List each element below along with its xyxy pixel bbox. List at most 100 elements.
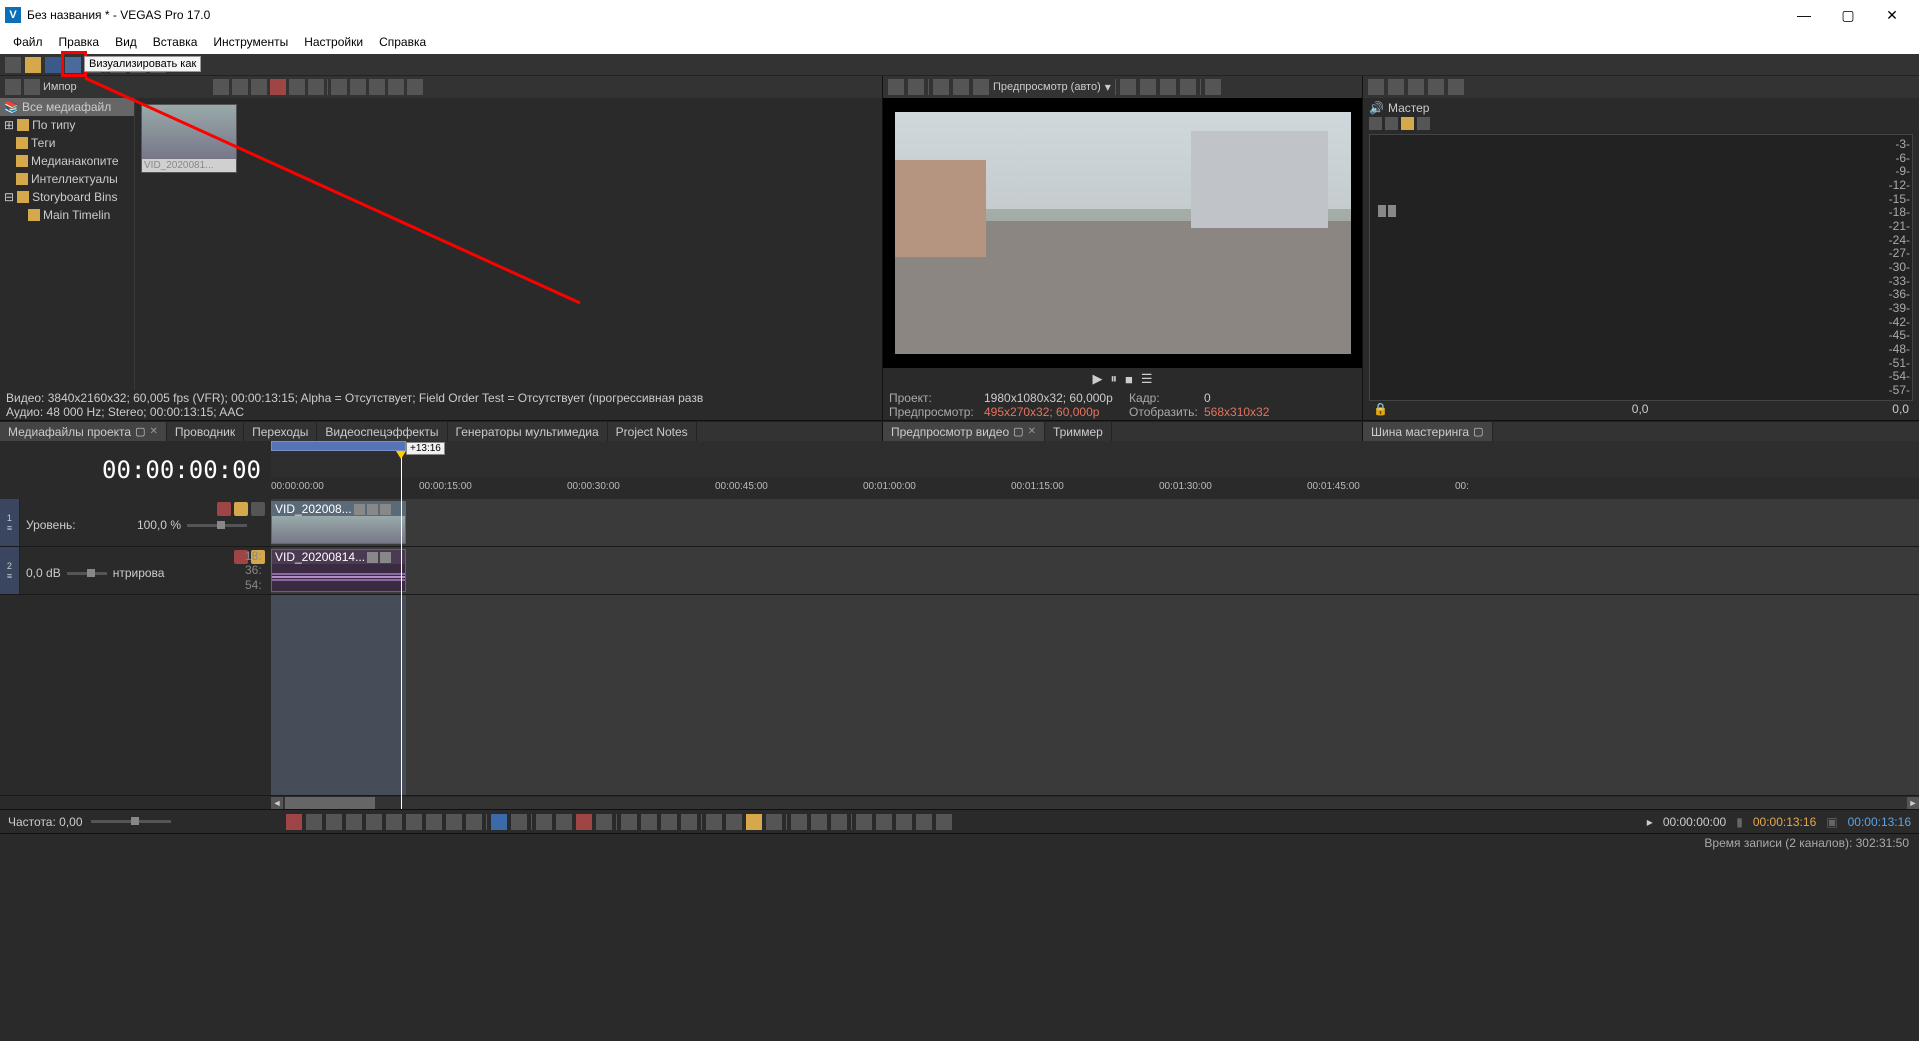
tab-explorer[interactable]: Проводник xyxy=(167,422,244,441)
tool-icon[interactable] xyxy=(1140,79,1156,95)
solo-icon[interactable] xyxy=(1401,117,1414,130)
tool-icon[interactable] xyxy=(1417,117,1430,130)
audio-clip[interactable]: VID_20200814... xyxy=(271,549,406,592)
video-clip[interactable]: VID_202008... xyxy=(271,501,406,544)
new-icon[interactable] xyxy=(5,57,21,73)
snap-icon[interactable] xyxy=(746,814,762,830)
fx-icon[interactable] xyxy=(1369,117,1382,130)
pause-icon[interactable] xyxy=(366,814,382,830)
prev-frame-icon[interactable] xyxy=(446,814,462,830)
h-scrollbar[interactable]: ◄ ► xyxy=(271,797,1919,809)
tool-icon[interactable] xyxy=(791,814,807,830)
main-timecode[interactable]: 00:00:00:00 xyxy=(102,456,261,484)
go-end-icon[interactable] xyxy=(426,814,442,830)
gear-icon[interactable] xyxy=(289,79,305,95)
tool-icon[interactable] xyxy=(641,814,657,830)
minimize-button[interactable]: — xyxy=(1782,1,1826,29)
clip-pan-icon[interactable] xyxy=(380,504,391,515)
open-icon[interactable] xyxy=(25,57,41,73)
clip-fx-icon[interactable] xyxy=(367,552,378,563)
menu-tools[interactable]: Инструменты xyxy=(205,33,296,51)
media-tree[interactable]: 📚 Все медиафайл ⊞ По типу Теги Медианако… xyxy=(0,98,135,390)
tool-icon[interactable] xyxy=(856,814,872,830)
remove-icon[interactable] xyxy=(270,79,286,95)
tool-icon[interactable] xyxy=(369,79,385,95)
tree-smart[interactable]: Интеллектуалы xyxy=(0,170,134,188)
tree-all-media[interactable]: 📚 Все медиафайл xyxy=(0,98,134,116)
tool-icon[interactable] xyxy=(576,814,592,830)
tab-generators[interactable]: Генераторы мультимедиа xyxy=(448,422,608,441)
close-button[interactable]: ✕ xyxy=(1870,1,1914,29)
view-icon[interactable] xyxy=(5,79,21,95)
tool-icon[interactable] xyxy=(896,814,912,830)
track-content[interactable]: VID_202008... VID_20200814... xyxy=(271,499,1919,795)
split-icon[interactable] xyxy=(953,79,969,95)
tool-icon[interactable] xyxy=(536,814,552,830)
tool-icon[interactable] xyxy=(916,814,932,830)
rate-slider[interactable] xyxy=(91,820,171,823)
tool-icon[interactable] xyxy=(936,814,952,830)
tool-icon[interactable] xyxy=(556,814,572,830)
pause-icon[interactable]: ⏸ xyxy=(1110,371,1117,387)
tree-storyboard[interactable]: ⊟ Storyboard Bins xyxy=(0,188,134,206)
media-thumbnails[interactable]: VID_2020081... xyxy=(135,98,882,390)
tool-icon[interactable] xyxy=(1368,79,1384,95)
clip-menu-icon[interactable] xyxy=(354,504,365,515)
lock-icon[interactable] xyxy=(681,814,697,830)
overlay-icon[interactable] xyxy=(1120,79,1136,95)
ext-icon[interactable] xyxy=(908,79,924,95)
clip-fx-icon[interactable] xyxy=(367,504,378,515)
play-icon[interactable]: ▶ xyxy=(1092,371,1102,387)
go-start-icon[interactable] xyxy=(406,814,422,830)
tool-icon[interactable] xyxy=(407,79,423,95)
tool-icon[interactable] xyxy=(251,79,267,95)
preview-quality-label[interactable]: Предпросмотр (авто) xyxy=(993,81,1101,93)
tool-icon[interactable] xyxy=(726,814,742,830)
tree-by-type[interactable]: ⊞ По типу xyxy=(0,116,134,134)
tool-icon[interactable] xyxy=(596,814,612,830)
scroll-right-icon[interactable]: ► xyxy=(1907,797,1919,809)
record-icon[interactable] xyxy=(286,814,302,830)
solo-icon[interactable] xyxy=(234,502,248,516)
tab-trimmer[interactable]: Триммер xyxy=(1045,422,1112,441)
gear-icon[interactable] xyxy=(888,79,904,95)
maximize-button[interactable]: ▢ xyxy=(1826,1,1870,29)
loop-icon[interactable] xyxy=(306,814,322,830)
audio-track-lane[interactable]: VID_20200814... xyxy=(271,547,1919,595)
timeline-ruler-area[interactable]: +13:16 00:00:00:0000:00:15:0000:00:30:00… xyxy=(271,441,1919,499)
tool-icon[interactable] xyxy=(1388,79,1404,95)
tab-preview[interactable]: Предпросмотр видео▢ ✕ xyxy=(883,422,1045,441)
tab-project-media[interactable]: Медиафайлы проекта▢ ✕ xyxy=(0,422,167,441)
timecode-display[interactable]: ▸ 00:00:00:00 ▮ 00:00:13:16 ▣ 00:00:13:1… xyxy=(1647,815,1911,829)
bypass-icon[interactable] xyxy=(217,502,231,516)
copy-icon[interactable] xyxy=(1160,79,1176,95)
menu-help[interactable]: Справка xyxy=(371,33,434,51)
video-track-lane[interactable]: VID_202008... xyxy=(271,499,1919,547)
tool-icon[interactable] xyxy=(1205,79,1221,95)
clip-menu-icon[interactable] xyxy=(380,552,391,563)
tool-icon[interactable] xyxy=(621,814,637,830)
master-meter[interactable]: -3--6--9--12--15--18--21--24--27--30--33… xyxy=(1369,134,1913,401)
import-icon[interactable] xyxy=(24,79,40,95)
tree-storage[interactable]: Медианакопите xyxy=(0,152,134,170)
menu-settings[interactable]: Настройки xyxy=(296,33,371,51)
stop-icon[interactable] xyxy=(386,814,402,830)
tool-icon[interactable] xyxy=(511,814,527,830)
tool-icon[interactable] xyxy=(1428,79,1444,95)
tool-icon[interactable] xyxy=(706,814,722,830)
save-icon[interactable] xyxy=(1180,79,1196,95)
menu-icon[interactable]: ☰ xyxy=(1141,371,1153,387)
play-icon[interactable] xyxy=(346,814,362,830)
edit-tool-icon[interactable] xyxy=(491,814,507,830)
fader-handle[interactable] xyxy=(1388,205,1396,217)
time-ruler[interactable]: 00:00:00:0000:00:15:0000:00:30:0000:00:4… xyxy=(271,477,1919,499)
preview-viewport[interactable] xyxy=(883,98,1362,368)
scroll-left-icon[interactable]: ◄ xyxy=(271,797,283,809)
tool-icon[interactable] xyxy=(831,814,847,830)
tool-icon[interactable] xyxy=(388,79,404,95)
tool-icon[interactable] xyxy=(661,814,677,830)
fx-icon[interactable] xyxy=(308,79,324,95)
quality-icon[interactable] xyxy=(973,79,989,95)
tab-mastering[interactable]: Шина мастеринга▢ xyxy=(1363,422,1493,441)
render-as-icon[interactable] xyxy=(65,57,81,73)
